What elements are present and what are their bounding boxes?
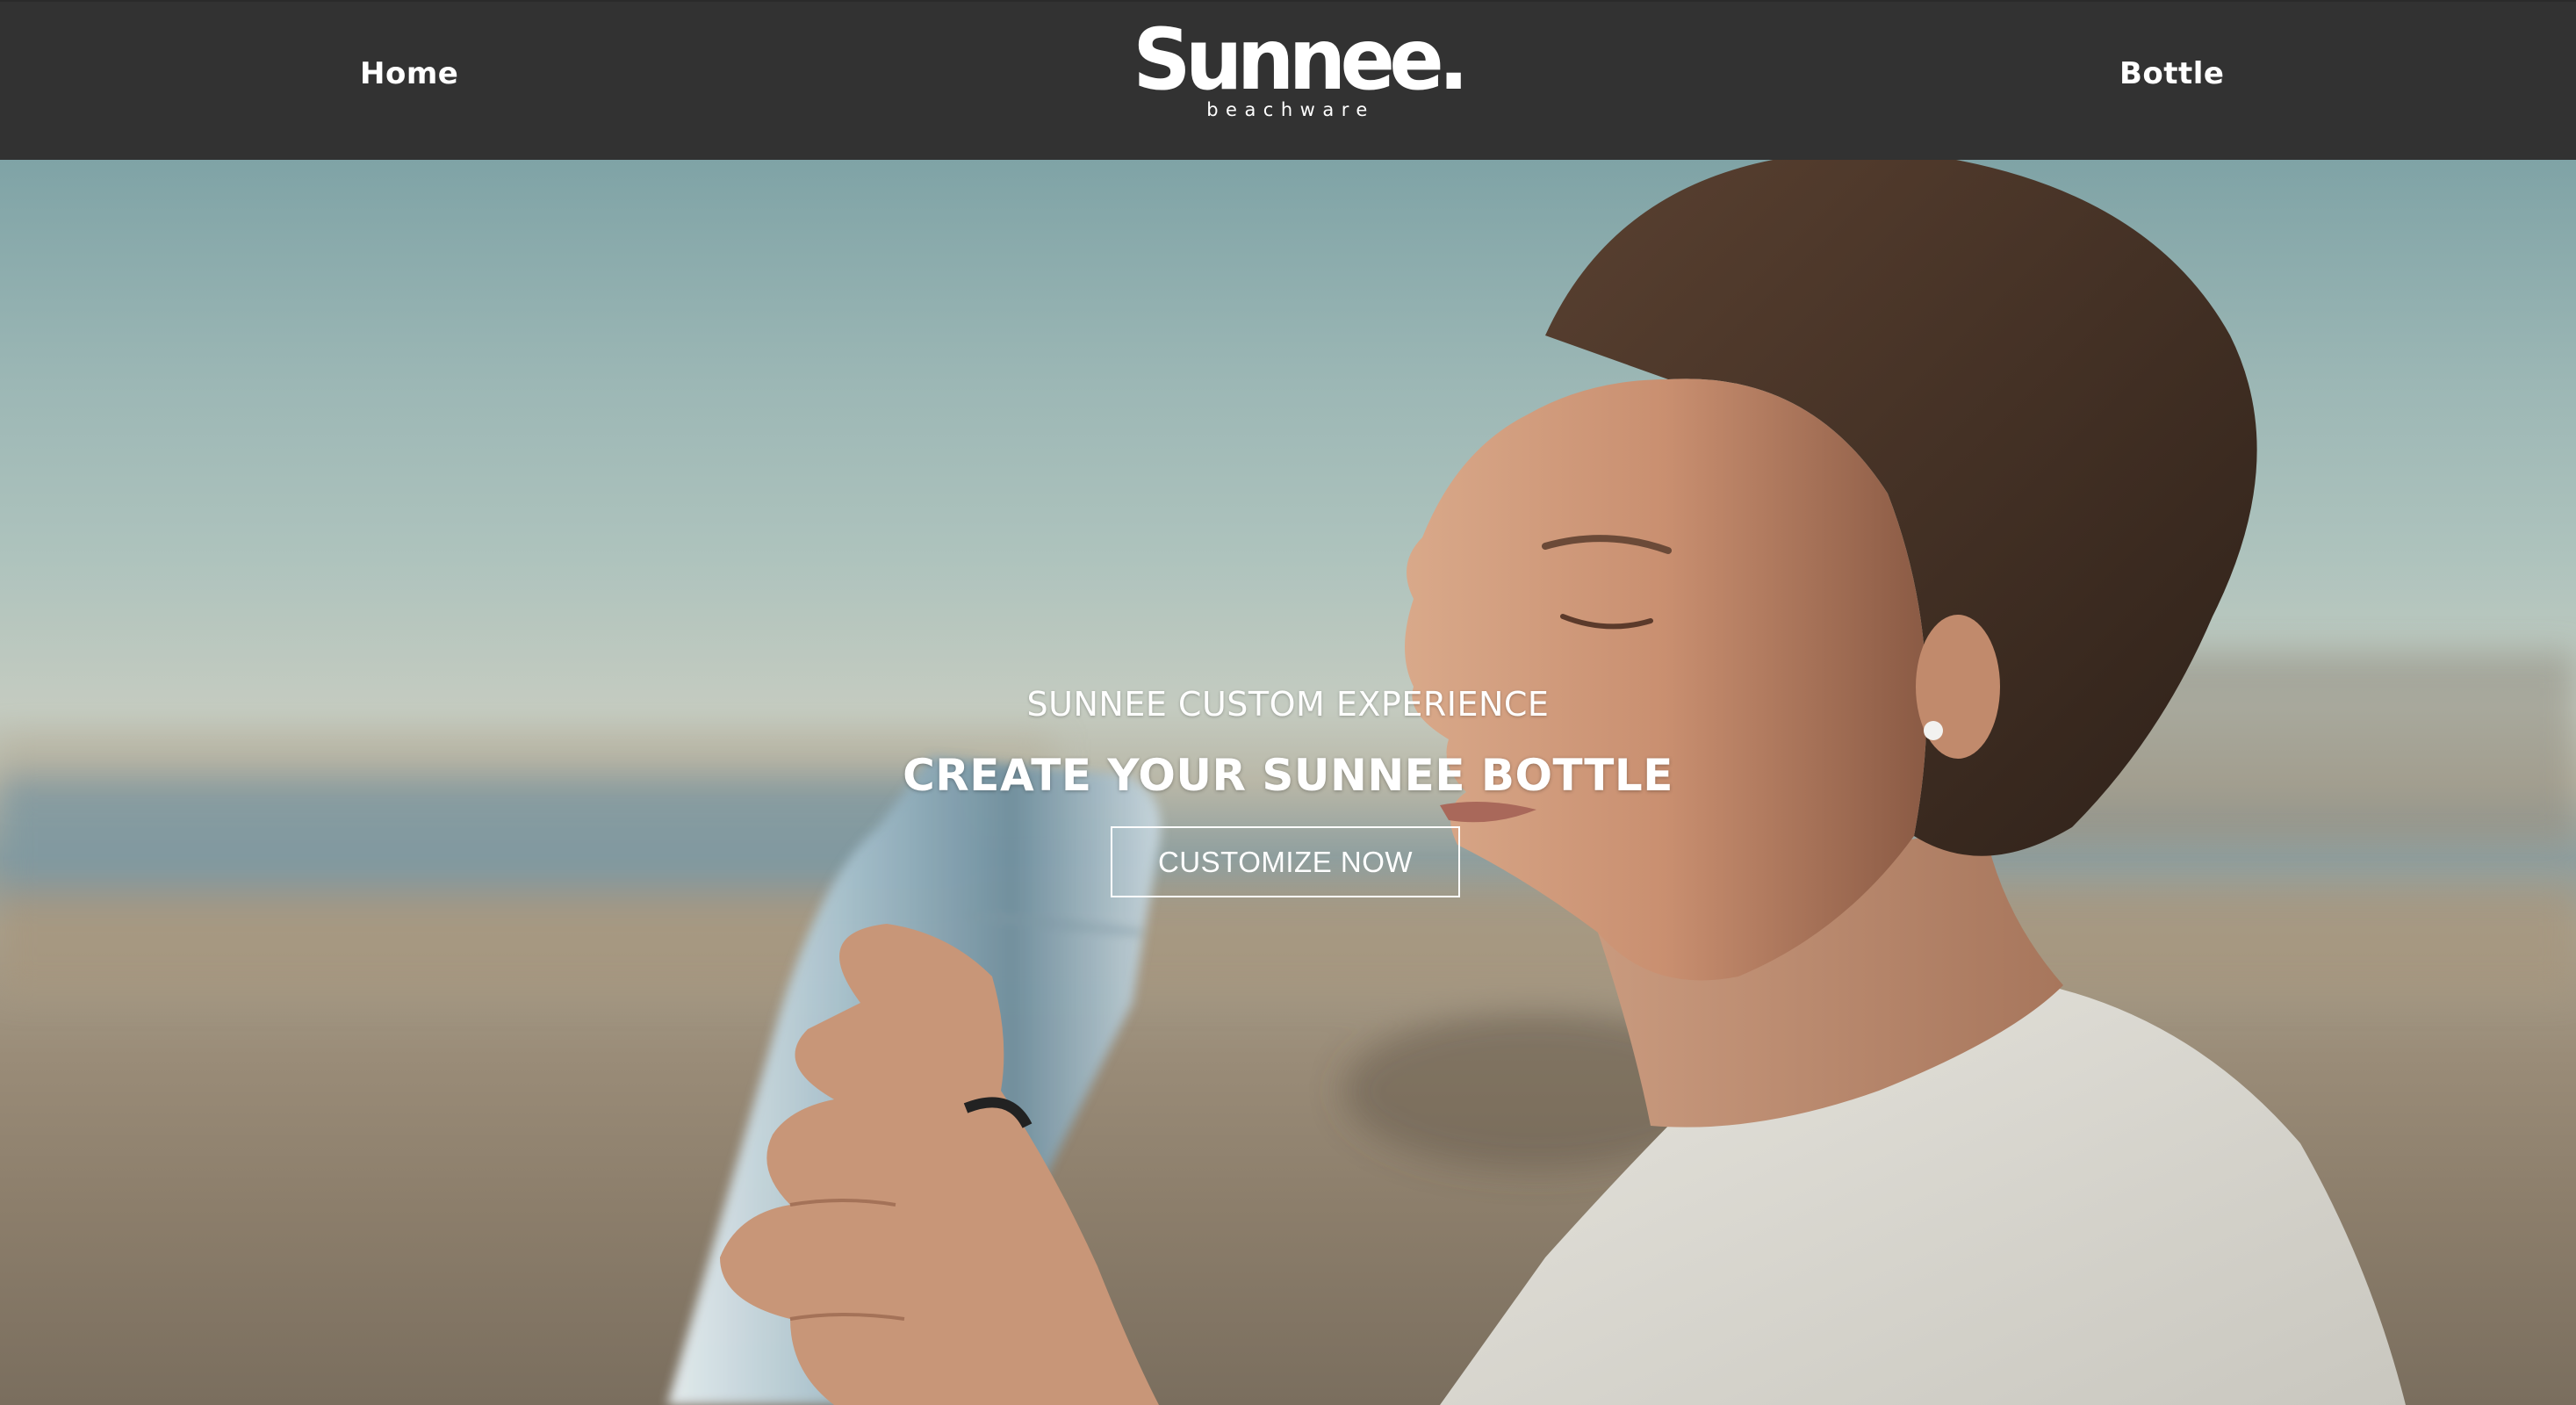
site-header: Home Sunnee. beachware Bottle [0,0,2576,160]
hero-eyebrow: SUNNEE CUSTOM EXPERIENCE [1026,685,1550,724]
hero-title: CREATE YOUR SUNNEE BOTTLE [903,750,1673,801]
hero-banner: SUNNEE CUSTOM EXPERIENCE CREATE YOUR SUN… [0,160,2576,1405]
customize-now-button[interactable]: CUSTOMIZE NOW [1111,826,1460,897]
brand-logo[interactable]: Sunnee. beachware [1126,11,1469,130]
nav-link-bottle[interactable]: Bottle [2119,56,2225,91]
nav-link-home[interactable]: Home [360,56,458,91]
logo-wordmark: Sunnee. [1133,11,1469,109]
hero-content: SUNNEE CUSTOM EXPERIENCE CREATE YOUR SUN… [0,160,2576,1405]
